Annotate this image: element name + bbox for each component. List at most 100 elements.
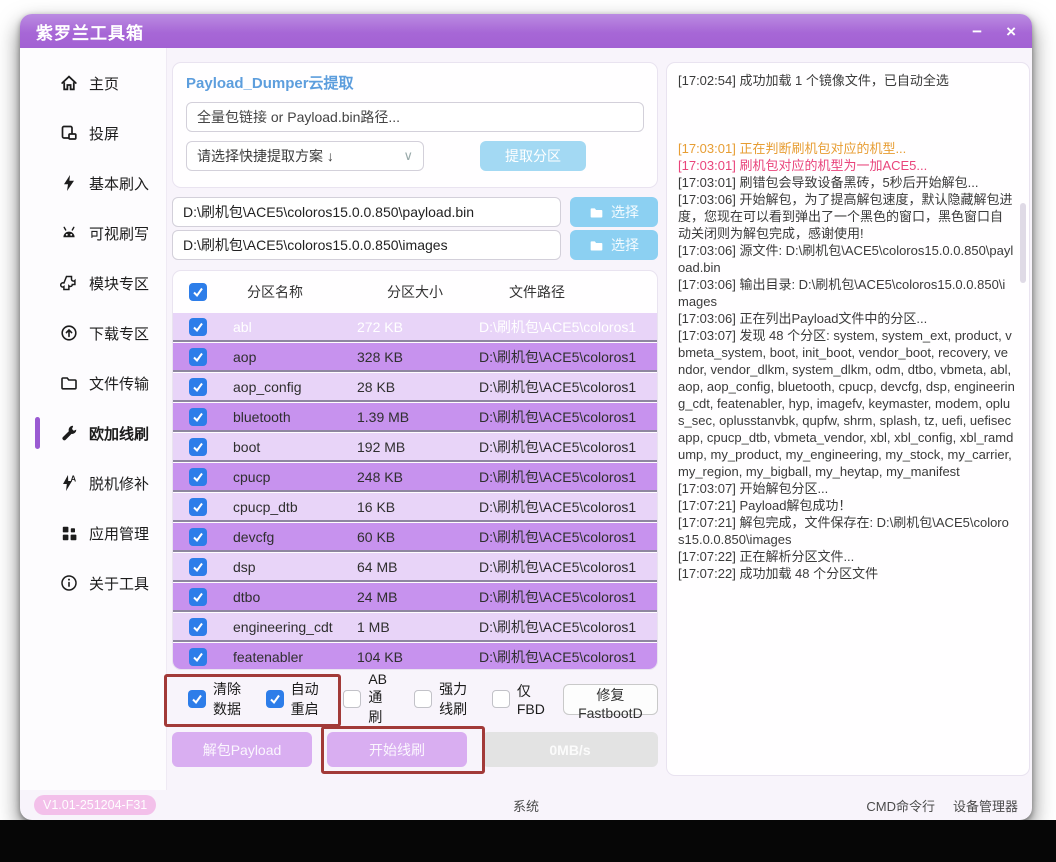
- sidebar-item-android[interactable]: 可视刷写: [20, 208, 166, 258]
- table-row[interactable]: featenabler104 KBD:\刷机包\ACE5\coloros1: [173, 643, 657, 669]
- option-checkbox[interactable]: [343, 690, 361, 708]
- sidebar-item-wrench[interactable]: 欧加线刷: [20, 408, 166, 458]
- table-row[interactable]: devcfg60 KBD:\刷机包\ACE5\coloros1: [173, 523, 657, 552]
- close-button[interactable]: ×: [1006, 23, 1016, 40]
- quick-scheme-select-label: 请选择快捷提取方案 ↓: [197, 146, 334, 166]
- images-dir-path-input[interactable]: [172, 230, 561, 260]
- app-window: 紫罗兰工具箱 − × 主页投屏基本刷入可视刷写模块专区下载专区文件传输欧加线刷A…: [20, 14, 1032, 820]
- fix-fastbootd-button[interactable]: 修复FastbootD: [563, 684, 658, 715]
- table-row[interactable]: dsp64 MBD:\刷机包\ACE5\coloros1: [173, 553, 657, 582]
- table-row[interactable]: engineering_cdt1 MBD:\刷机包\ACE5\coloros1: [173, 613, 657, 642]
- log-line: [17:03:06] 源文件: D:\刷机包\ACE5\coloros15.0.…: [678, 242, 1015, 276]
- partition-name: engineering_cdt: [233, 619, 357, 635]
- select-all-checkbox[interactable]: [189, 283, 207, 301]
- row-checkbox[interactable]: [189, 588, 207, 606]
- sidebar-item-screen-mirror[interactable]: 投屏: [20, 108, 166, 158]
- table-row[interactable]: boot192 MBD:\刷机包\ACE5\coloros1: [173, 433, 657, 462]
- apps-icon: [60, 524, 78, 542]
- option-checkbox[interactable]: [492, 690, 510, 708]
- sidebar-item-puzzle[interactable]: 模块专区: [20, 258, 166, 308]
- payload-dumper-section: Payload_Dumper云提取 请选择快捷提取方案 ↓ ∨ 提取分区: [172, 62, 658, 188]
- check-icon: [192, 561, 204, 573]
- status-bar: V1.01-251204-F31 系统 CMD命令行 设备管理器: [20, 790, 1032, 820]
- choose-payload-button[interactable]: 选择: [570, 197, 658, 227]
- row-checkbox[interactable]: [189, 558, 207, 576]
- row-checkbox[interactable]: [189, 618, 207, 636]
- chevron-down-icon: ∨: [403, 148, 413, 164]
- header-partition-size: 分区大小: [373, 282, 495, 302]
- row-checkbox[interactable]: [189, 318, 207, 336]
- check-icon: [192, 321, 204, 333]
- log-line: [678, 106, 1015, 123]
- check-icon: [192, 651, 204, 663]
- table-row[interactable]: aop328 KBD:\刷机包\ACE5\coloros1: [173, 343, 657, 372]
- sidebar-item-apps[interactable]: 应用管理: [20, 508, 166, 558]
- table-row[interactable]: dtbo24 MBD:\刷机包\ACE5\coloros1: [173, 583, 657, 612]
- option-checkbox-item[interactable]: 强力线刷: [414, 679, 474, 719]
- option-checkbox[interactable]: [266, 690, 284, 708]
- unpack-payload-button[interactable]: 解包Payload: [172, 732, 312, 767]
- sidebar-item-label: 可视刷写: [89, 223, 149, 244]
- partition-name: dsp: [233, 559, 357, 575]
- row-checkbox[interactable]: [189, 498, 207, 516]
- sidebar-item-download[interactable]: 下载专区: [20, 308, 166, 358]
- partition-size: 24 MB: [357, 589, 479, 605]
- partition-path: D:\刷机包\ACE5\coloros1: [479, 587, 657, 607]
- partition-path: D:\刷机包\ACE5\coloros1: [479, 467, 657, 487]
- partition-path: D:\刷机包\ACE5\coloros1: [479, 407, 657, 427]
- partition-size: 1.39 MB: [357, 409, 479, 425]
- sidebar-item-home[interactable]: 主页: [20, 58, 166, 108]
- log-line: [17:03:06] 正在列出Payload文件中的分区...: [678, 310, 1015, 327]
- partition-path: D:\刷机包\ACE5\coloros1: [479, 347, 657, 367]
- row-checkbox[interactable]: [189, 378, 207, 396]
- log-line: [17:03:06] 输出目录: D:\刷机包\ACE5\coloros15.0…: [678, 276, 1015, 310]
- option-checkbox-item[interactable]: 自动重启: [266, 679, 326, 719]
- flash-options-row: 清除数据自动重启AB通刷强力线刷仅FBD 修复FastbootD: [172, 682, 658, 716]
- sidebar: 主页投屏基本刷入可视刷写模块专区下载专区文件传输欧加线刷A脱机修补应用管理关于工…: [20, 48, 167, 790]
- sidebar-item-label: 基本刷入: [89, 173, 149, 194]
- start-flash-button[interactable]: 开始线刷: [327, 732, 467, 767]
- svg-text:A: A: [70, 474, 76, 483]
- extract-partition-button[interactable]: 提取分区: [480, 141, 586, 171]
- sidebar-item-info[interactable]: 关于工具: [20, 558, 166, 608]
- row-checkbox[interactable]: [189, 408, 207, 426]
- minimize-button[interactable]: −: [972, 23, 982, 40]
- device-manager-link[interactable]: 设备管理器: [953, 796, 1018, 815]
- table-row[interactable]: abl272 KBD:\刷机包\ACE5\coloros1: [173, 313, 657, 342]
- log-scrollbar-thumb[interactable]: [1020, 203, 1026, 283]
- option-label: 仅FBD: [517, 681, 545, 717]
- row-checkbox[interactable]: [189, 438, 207, 456]
- table-row[interactable]: cpucp248 KBD:\刷机包\ACE5\coloros1: [173, 463, 657, 492]
- choose-button-label: 选择: [611, 202, 639, 222]
- partition-name: cpucp_dtb: [233, 499, 357, 515]
- package-link-input[interactable]: [186, 102, 644, 132]
- sidebar-item-flash[interactable]: 基本刷入: [20, 158, 166, 208]
- partition-table-body: abl272 KBD:\刷机包\ACE5\coloros1aop328 KBD:…: [173, 313, 657, 669]
- option-checkbox-item[interactable]: AB通刷: [343, 671, 396, 727]
- table-row[interactable]: aop_config28 KBD:\刷机包\ACE5\coloros1: [173, 373, 657, 402]
- sidebar-item-label: 关于工具: [89, 573, 149, 594]
- sidebar-item-flash-a[interactable]: A脱机修补: [20, 458, 166, 508]
- home-icon: [60, 74, 78, 92]
- desktop-background: [0, 820, 1056, 862]
- sidebar-item-folder[interactable]: 文件传输: [20, 358, 166, 408]
- table-row[interactable]: bluetooth1.39 MBD:\刷机包\ACE5\coloros1: [173, 403, 657, 432]
- partition-name: aop_config: [233, 379, 357, 395]
- option-checkbox[interactable]: [188, 690, 206, 708]
- row-checkbox[interactable]: [189, 468, 207, 486]
- table-row[interactable]: cpucp_dtb16 KBD:\刷机包\ACE5\coloros1: [173, 493, 657, 522]
- option-checkbox[interactable]: [414, 690, 432, 708]
- partition-size: 328 KB: [357, 349, 479, 365]
- option-checkbox-item[interactable]: 清除数据: [188, 679, 248, 719]
- option-label: 强力线刷: [439, 679, 474, 719]
- partition-size: 1 MB: [357, 619, 479, 635]
- option-checkbox-item[interactable]: 仅FBD: [492, 681, 545, 717]
- quick-scheme-select[interactable]: 请选择快捷提取方案 ↓ ∨: [186, 141, 424, 171]
- row-checkbox[interactable]: [189, 528, 207, 546]
- header-file-path: 文件路径: [495, 282, 657, 302]
- choose-images-button[interactable]: 选择: [570, 230, 658, 260]
- cmd-link[interactable]: CMD命令行: [866, 796, 935, 815]
- payload-bin-path-input[interactable]: [172, 197, 561, 227]
- row-checkbox[interactable]: [189, 348, 207, 366]
- row-checkbox[interactable]: [189, 648, 207, 666]
